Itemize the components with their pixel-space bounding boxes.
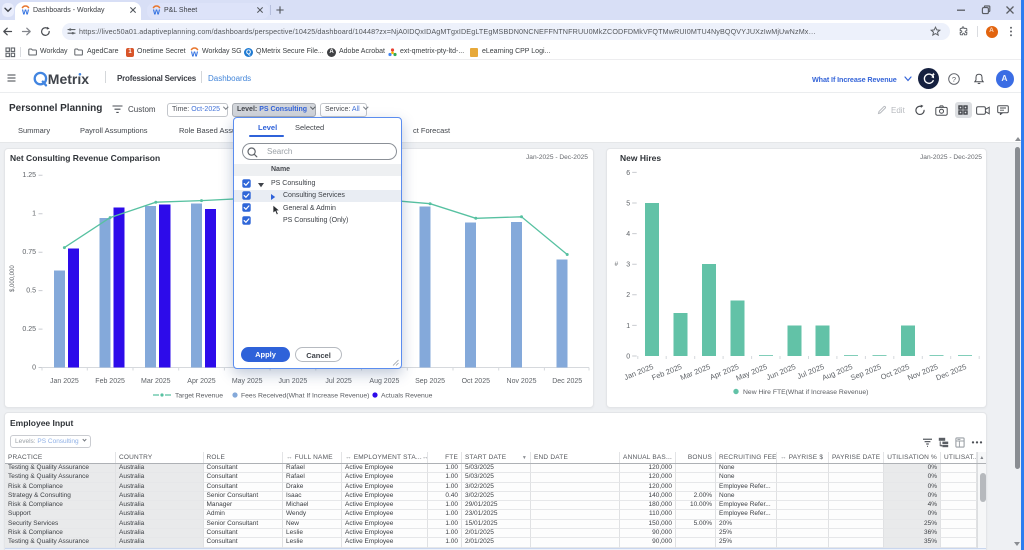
svg-text:Metrıx: Metrıx (48, 71, 89, 87)
svg-text:Target Revenue: Target Revenue (175, 393, 223, 400)
svg-text:w: w (190, 48, 199, 57)
svg-text:0.75: 0.75 (22, 249, 36, 256)
svg-text:Aug 2025: Aug 2025 (369, 378, 399, 385)
svg-text:Jul 2025: Jul 2025 (325, 378, 352, 385)
svg-text:Feb 2025: Feb 2025 (95, 378, 125, 385)
svg-text:6: 6 (626, 170, 630, 177)
svg-text:0: 0 (32, 365, 36, 372)
svg-text:Mar 2025: Mar 2025 (141, 378, 171, 385)
svg-text:1: 1 (626, 323, 630, 330)
svg-text:Jul 2025: Jul 2025 (796, 362, 826, 381)
svg-text:Sep 2025: Sep 2025 (415, 378, 445, 385)
svg-text:0: 0 (626, 353, 630, 360)
svg-text:0.5: 0.5 (26, 288, 36, 295)
svg-text:Jan 2025: Jan 2025 (623, 362, 655, 382)
svg-text:1: 1 (32, 211, 36, 218)
svg-text:?: ? (951, 74, 955, 83)
svg-text:Feb 2025: Feb 2025 (650, 362, 683, 382)
svg-text:Dec 2025: Dec 2025 (552, 378, 582, 385)
svg-text:Fees Received(What If Increase: Fees Received(What If Increase Revenue) (241, 393, 369, 400)
svg-text:Apr 2025: Apr 2025 (708, 362, 740, 382)
svg-text:Jan 2025: Jan 2025 (50, 378, 79, 385)
svg-text:May 2025: May 2025 (735, 362, 769, 383)
svg-text:w: w (21, 6, 30, 15)
svg-text:$,000,000: $,000,000 (10, 265, 16, 292)
svg-text:Nov 2025: Nov 2025 (906, 362, 939, 382)
svg-text:4: 4 (626, 231, 630, 238)
svg-text:Sep 2025: Sep 2025 (849, 362, 882, 382)
svg-text:5: 5 (626, 200, 630, 207)
svg-text:Jun 2025: Jun 2025 (278, 378, 307, 385)
svg-text:May 2025: May 2025 (232, 378, 263, 385)
svg-text:1.25: 1.25 (22, 172, 36, 179)
svg-text:Jun 2025: Jun 2025 (765, 362, 797, 382)
svg-text:Dec 2025: Dec 2025 (935, 362, 968, 382)
svg-text:0.25: 0.25 (22, 326, 36, 333)
svg-text:Mar 2025: Mar 2025 (679, 362, 712, 382)
svg-text:3: 3 (626, 262, 630, 269)
svg-text:2: 2 (626, 292, 630, 299)
svg-text:w: w (152, 6, 161, 15)
svg-text:Oct 2025: Oct 2025 (462, 378, 491, 385)
svg-text:#: # (615, 261, 619, 268)
svg-text:Oct 2025: Oct 2025 (879, 362, 911, 382)
svg-text:Actuals Revenue: Actuals Revenue (381, 393, 433, 400)
svg-text:Apr 2025: Apr 2025 (187, 378, 216, 385)
svg-text:Aug 2025: Aug 2025 (821, 362, 854, 382)
svg-text:Nov 2025: Nov 2025 (507, 378, 537, 385)
svg-text:New Hire FTE(What if Increase: New Hire FTE(What if Increase Revenue) (743, 389, 868, 396)
